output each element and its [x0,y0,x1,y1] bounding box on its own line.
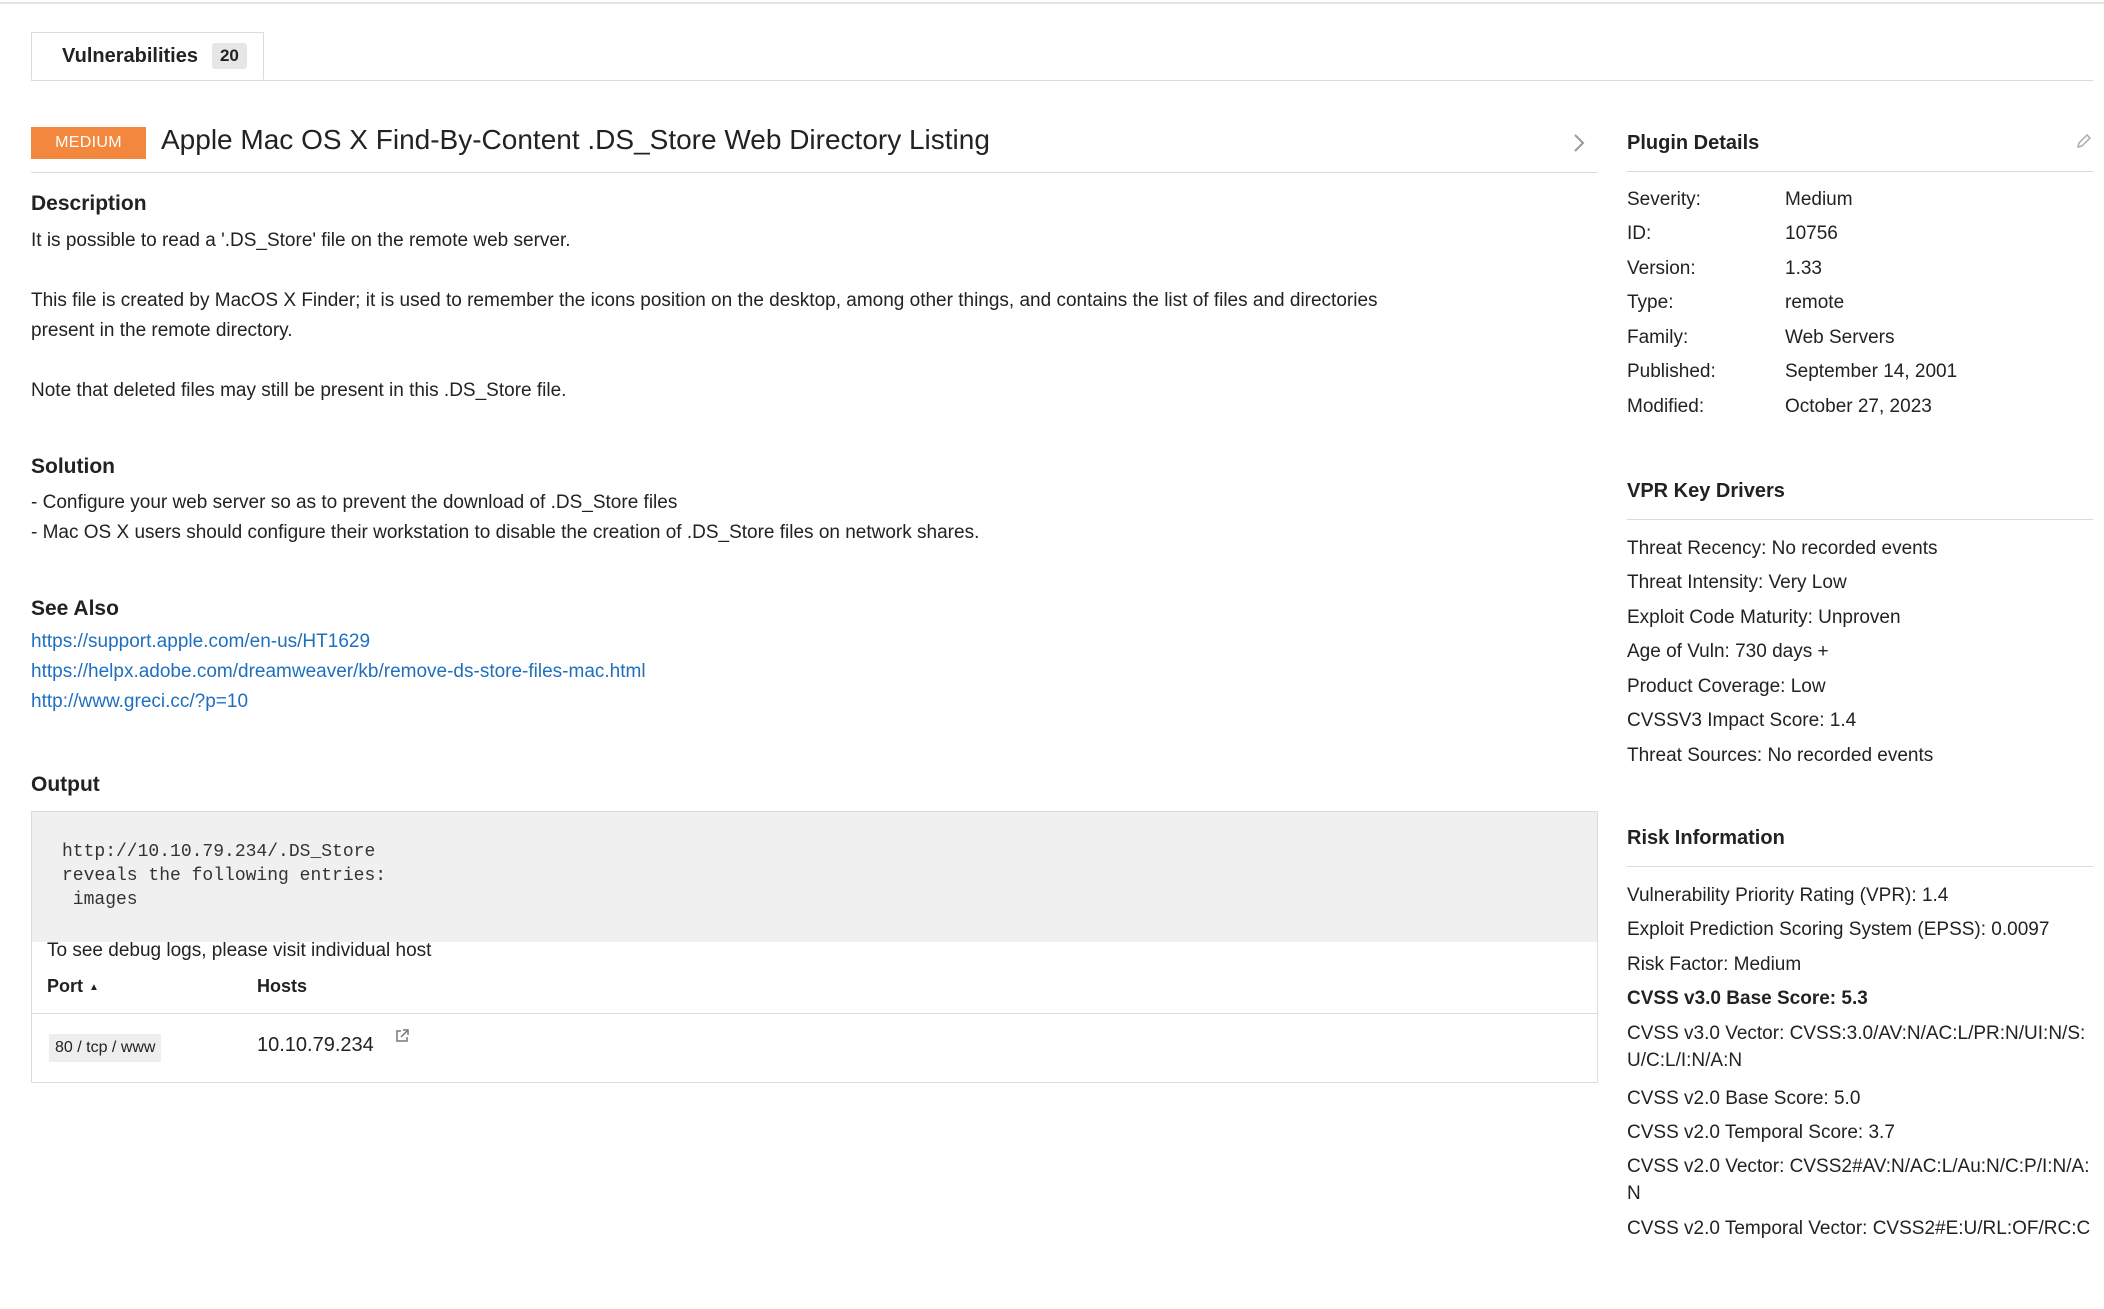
risk-info-line: CVSS v3.0 Vector: CVSS:3.0/AV:N/AC:L/PR:… [1627,1023,2086,1071]
tab-count-badge: 20 [211,43,247,69]
host-ip: 10.10.79.234 [257,1034,374,1056]
table-divider [32,1013,1597,1014]
detail-value: remote [1785,292,1845,313]
vpr-driver-line: Threat Intensity: Very Low [1627,572,1847,593]
output-panel: http://10.10.79.234/.DS_Store reveals th… [31,811,1598,1083]
plugin-output-text: http://10.10.79.234/.DS_Store reveals th… [32,812,1597,942]
see-also-link[interactable]: https://helpx.adobe.com/dreamweaver/kb/r… [31,661,646,683]
output-heading: Output [31,773,100,796]
solution-line-2: - Mac OS X users should configure their … [31,522,980,543]
solution-heading: Solution [31,455,115,478]
risk-info-line: CVSS v2.0 Temporal Vector: CVSS2#E:U/RL:… [1627,1218,2091,1239]
vulnerability-header: MEDIUM Apple Mac OS X Find-By-Content .D… [31,124,1597,173]
vpr-driver-line: Exploit Code Maturity: Unproven [1627,607,1901,628]
description-heading: Description [31,192,147,215]
severity-badge: MEDIUM [31,127,146,159]
vulnerability-detail-page: Vulnerabilities 20 MEDIUM Apple Mac OS X… [0,0,2104,1309]
solution-line-1: - Configure your web server so as to pre… [31,492,678,513]
vpr-driver-line: Age of Vuln: 730 days + [1627,641,1829,662]
description-paragraph-3: Note that deleted files may still be pre… [31,380,567,401]
description-paragraph-1: It is possible to read a '.DS_Store' fil… [31,230,571,251]
risk-info-line: CVSS v2.0 Base Score: 5.0 [1627,1088,1861,1109]
tab-bar: Vulnerabilities 20 [31,32,2093,81]
risk-info-line: Vulnerability Priority Rating (VPR): 1.4 [1627,885,1949,906]
vpr-driver-line: CVSSV3 Impact Score: 1.4 [1627,710,1857,731]
risk-info-line: CVSS v3.0 Base Score: 5.3 [1627,988,1868,1009]
port-tag: 80 / tcp / www [49,1034,162,1062]
risk-info-line: CVSS v2.0 Temporal Score: 3.7 [1627,1122,1895,1143]
description-paragraph-2: This file is created by MacOS X Finder; … [31,290,1378,341]
see-also-link[interactable]: https://support.apple.com/en-us/HT1629 [31,631,370,653]
detail-value: Medium [1785,189,1853,210]
vpr-key-drivers-heading: VPR Key Drivers [1627,480,2093,520]
vpr-driver-line: Threat Recency: No recorded events [1627,538,1938,559]
detail-label: Modified: [1627,396,1705,417]
port-header-label: Port [47,976,83,996]
top-divider [0,2,2104,4]
risk-info-line: Exploit Prediction Scoring System (EPSS)… [1627,919,2050,940]
plugin-details-heading: Plugin Details [1627,132,2093,172]
risk-info-line: CVSS v2.0 Vector: CVSS2#AV:N/AC:L/Au:N/C… [1627,1156,2090,1204]
risk-information-heading: Risk Information [1627,827,2093,867]
debug-note: To see debug logs, please visit individu… [47,940,432,961]
detail-label: Type: [1627,292,1674,313]
plugin-details-title: Plugin Details [1627,132,1760,154]
risk-info-line: Risk Factor: Medium [1627,954,1802,975]
vpr-driver-line: Product Coverage: Low [1627,676,1826,697]
external-link-icon[interactable] [394,1028,410,1044]
see-also-heading: See Also [31,597,119,620]
detail-value: 10756 [1785,223,1838,244]
chevron-right-icon[interactable] [1572,130,1586,161]
detail-label: Family: [1627,327,1689,348]
detail-label: ID: [1627,223,1652,244]
detail-value: September 14, 2001 [1785,361,1958,382]
vulnerability-title: Apple Mac OS X Find-By-Content .DS_Store… [161,124,990,155]
pencil-icon[interactable] [2075,132,2093,150]
detail-value: 1.33 [1785,258,1822,279]
detail-label: Severity: [1627,189,1701,210]
hosts-column-header: Hosts [257,976,308,996]
detail-value: October 27, 2023 [1785,396,1932,417]
detail-value: Web Servers [1785,327,1895,348]
detail-label: Version: [1627,258,1696,279]
tab-label: Vulnerabilities [62,44,198,67]
sort-ascending-icon: ▲ [89,981,99,993]
detail-label: Published: [1627,361,1716,382]
see-also-link[interactable]: http://www.greci.cc/?p=10 [31,691,248,713]
port-column-header[interactable]: Port ▲ [47,976,99,997]
vpr-driver-line: Threat Sources: No recorded events [1627,745,1934,766]
tab-vulnerabilities[interactable]: Vulnerabilities 20 [31,32,264,80]
